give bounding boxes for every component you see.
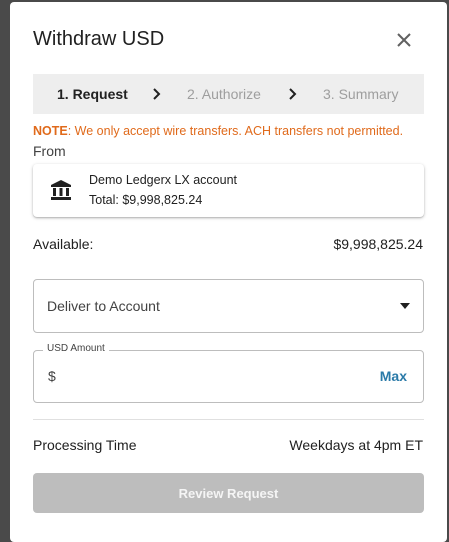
dialog-title: Withdraw USD <box>33 28 165 50</box>
deliver-to-account-select[interactable]: Deliver to Account <box>33 279 424 333</box>
step-authorize[interactable]: 2. Authorize <box>187 86 261 102</box>
usd-amount-field[interactable]: USD Amount $ Max <box>33 343 424 403</box>
note-prefix: NOTE <box>33 124 68 138</box>
available-label: Available: <box>33 236 94 252</box>
stepper: 1. Request 2. Authorize 3. Summary <box>33 74 424 114</box>
available-value: $9,998,825.24 <box>333 236 423 252</box>
usd-amount-input[interactable] <box>64 365 348 389</box>
step-summary[interactable]: 3. Summary <box>323 86 398 102</box>
deliver-to-account-label: Deliver to Account <box>47 298 160 314</box>
chevron-right-icon <box>153 88 161 100</box>
dollar-prefix: $ <box>48 368 56 384</box>
processing-time-label: Processing Time <box>33 437 137 453</box>
divider <box>33 419 424 420</box>
max-button[interactable]: Max <box>380 368 407 384</box>
step-request[interactable]: 1. Request <box>57 86 128 102</box>
account-total: Total: $9,998,825.24 <box>89 193 203 207</box>
account-name: Demo Ledgerx LX account <box>89 173 238 187</box>
withdraw-dialog: Withdraw USD 1. Request 2. Authorize 3. … <box>10 2 447 542</box>
usd-amount-label: USD Amount <box>43 343 109 354</box>
review-request-button[interactable]: Review Request <box>33 473 424 513</box>
note-text: : We only accept wire transfers. ACH tra… <box>67 124 404 138</box>
from-label: From <box>33 143 66 159</box>
source-account-card[interactable]: Demo Ledgerx LX account Total: $9,998,82… <box>33 164 424 217</box>
bank-icon <box>51 180 71 200</box>
processing-time-value: Weekdays at 4pm ET <box>289 437 423 453</box>
wire-transfer-note: NOTE: We only accept wire transfers. ACH… <box>33 124 403 138</box>
caret-down-icon <box>400 303 410 309</box>
close-icon[interactable] <box>390 26 418 54</box>
chevron-right-icon <box>289 88 297 100</box>
